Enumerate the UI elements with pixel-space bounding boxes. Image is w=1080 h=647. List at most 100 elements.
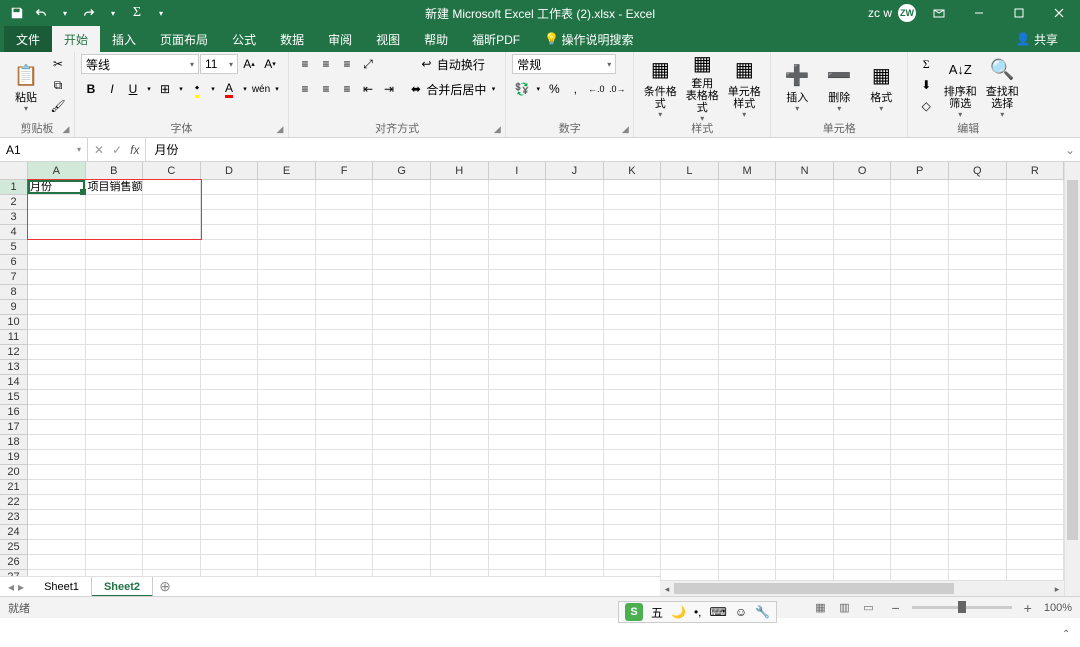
cell-A24[interactable]	[28, 525, 86, 540]
cell-L16[interactable]	[661, 405, 719, 420]
fill-dropdown-icon[interactable]: ▾	[208, 79, 218, 99]
paste-button[interactable]: 📋 粘贴 ▾	[6, 54, 46, 120]
cell-R14[interactable]	[1007, 375, 1065, 390]
cell-K13[interactable]	[604, 360, 662, 375]
cell-G18[interactable]	[373, 435, 431, 450]
cell-O12[interactable]	[834, 345, 892, 360]
cell-F16[interactable]	[316, 405, 374, 420]
cell-J16[interactable]	[546, 405, 604, 420]
cell-E11[interactable]	[258, 330, 316, 345]
cell-N2[interactable]	[776, 195, 834, 210]
cell-C5[interactable]	[143, 240, 201, 255]
cell-N10[interactable]	[776, 315, 834, 330]
cell-A21[interactable]	[28, 480, 86, 495]
cell-M1[interactable]	[719, 180, 777, 195]
cell-D11[interactable]	[201, 330, 259, 345]
scroll-left-icon[interactable]: ◂	[660, 581, 674, 596]
cell-K6[interactable]	[604, 255, 662, 270]
cell-E13[interactable]	[258, 360, 316, 375]
cell-R4[interactable]	[1007, 225, 1065, 240]
cell-D4[interactable]	[201, 225, 259, 240]
cell-G20[interactable]	[373, 465, 431, 480]
tab-data[interactable]: 数据	[268, 26, 316, 52]
cell-Q1[interactable]	[949, 180, 1007, 195]
cell-P10[interactable]	[891, 315, 949, 330]
expand-formula-icon[interactable]: ⌄	[1060, 138, 1080, 161]
cell-I11[interactable]	[489, 330, 547, 345]
scroll-right-icon[interactable]: ▸	[1050, 581, 1064, 596]
cell-O8[interactable]	[834, 285, 892, 300]
cell-E20[interactable]	[258, 465, 316, 480]
cell-D12[interactable]	[201, 345, 259, 360]
cell-B12[interactable]	[86, 345, 144, 360]
tab-help[interactable]: 帮助	[412, 26, 460, 52]
enter-formula-icon[interactable]: ✓	[112, 143, 122, 157]
cell-B17[interactable]	[86, 420, 144, 435]
cell-C12[interactable]	[143, 345, 201, 360]
col-header-M[interactable]: M	[719, 162, 777, 180]
undo-dropdown-icon[interactable]: ▾	[54, 2, 76, 24]
border-icon[interactable]: ⊞	[155, 79, 175, 99]
cell-N21[interactable]	[776, 480, 834, 495]
fx-icon[interactable]: fx	[130, 143, 139, 157]
number-launcher-icon[interactable]: ◢	[619, 123, 631, 135]
cell-E2[interactable]	[258, 195, 316, 210]
cell-J12[interactable]	[546, 345, 604, 360]
cell-O14[interactable]	[834, 375, 892, 390]
comma-icon[interactable]: ,	[565, 79, 585, 99]
cell-E14[interactable]	[258, 375, 316, 390]
cell-D19[interactable]	[201, 450, 259, 465]
cell-O7[interactable]	[834, 270, 892, 285]
cell-B19[interactable]	[86, 450, 144, 465]
vertical-scrollbar[interactable]	[1064, 162, 1080, 596]
collapse-ribbon-icon[interactable]: ⌃	[1062, 629, 1076, 643]
cell-I18[interactable]	[489, 435, 547, 450]
row-header-8[interactable]: 8	[0, 285, 28, 300]
cell-P22[interactable]	[891, 495, 949, 510]
cell-C6[interactable]	[143, 255, 201, 270]
cell-Q4[interactable]	[949, 225, 1007, 240]
row-header-12[interactable]: 12	[0, 345, 28, 360]
align-middle-icon[interactable]: ≡	[316, 54, 336, 74]
cell-A18[interactable]	[28, 435, 86, 450]
cell-B8[interactable]	[86, 285, 144, 300]
cell-P23[interactable]	[891, 510, 949, 525]
row-header-3[interactable]: 3	[0, 210, 28, 225]
cell-P8[interactable]	[891, 285, 949, 300]
cell-I5[interactable]	[489, 240, 547, 255]
sheet-nav-next-icon[interactable]: ▸	[18, 580, 24, 594]
cell-G5[interactable]	[373, 240, 431, 255]
cell-M12[interactable]	[719, 345, 777, 360]
col-header-O[interactable]: O	[834, 162, 892, 180]
cell-O16[interactable]	[834, 405, 892, 420]
cell-F15[interactable]	[316, 390, 374, 405]
cell-I19[interactable]	[489, 450, 547, 465]
cell-D10[interactable]	[201, 315, 259, 330]
cell-H7[interactable]	[431, 270, 489, 285]
sheet-nav-prev-icon[interactable]: ◂	[8, 580, 14, 594]
cell-Q17[interactable]	[949, 420, 1007, 435]
cell-G19[interactable]	[373, 450, 431, 465]
cell-L2[interactable]	[661, 195, 719, 210]
cell-K24[interactable]	[604, 525, 662, 540]
font-name-combo[interactable]: 等线▾	[81, 54, 199, 74]
redo-icon[interactable]	[78, 2, 100, 24]
align-launcher-icon[interactable]: ◢	[491, 123, 503, 135]
cell-F9[interactable]	[316, 300, 374, 315]
cell-M25[interactable]	[719, 540, 777, 555]
font-color-dropdown-icon[interactable]: ▾	[240, 79, 250, 99]
cell-G3[interactable]	[373, 210, 431, 225]
font-size-combo[interactable]: 11▾	[200, 54, 238, 74]
cell-L9[interactable]	[661, 300, 719, 315]
cell-N17[interactable]	[776, 420, 834, 435]
cell-L4[interactable]	[661, 225, 719, 240]
cell-C21[interactable]	[143, 480, 201, 495]
cell-M8[interactable]	[719, 285, 777, 300]
cell-R24[interactable]	[1007, 525, 1065, 540]
cell-H10[interactable]	[431, 315, 489, 330]
cell-C14[interactable]	[143, 375, 201, 390]
cell-R3[interactable]	[1007, 210, 1065, 225]
cell-G13[interactable]	[373, 360, 431, 375]
cell-P16[interactable]	[891, 405, 949, 420]
cell-G22[interactable]	[373, 495, 431, 510]
